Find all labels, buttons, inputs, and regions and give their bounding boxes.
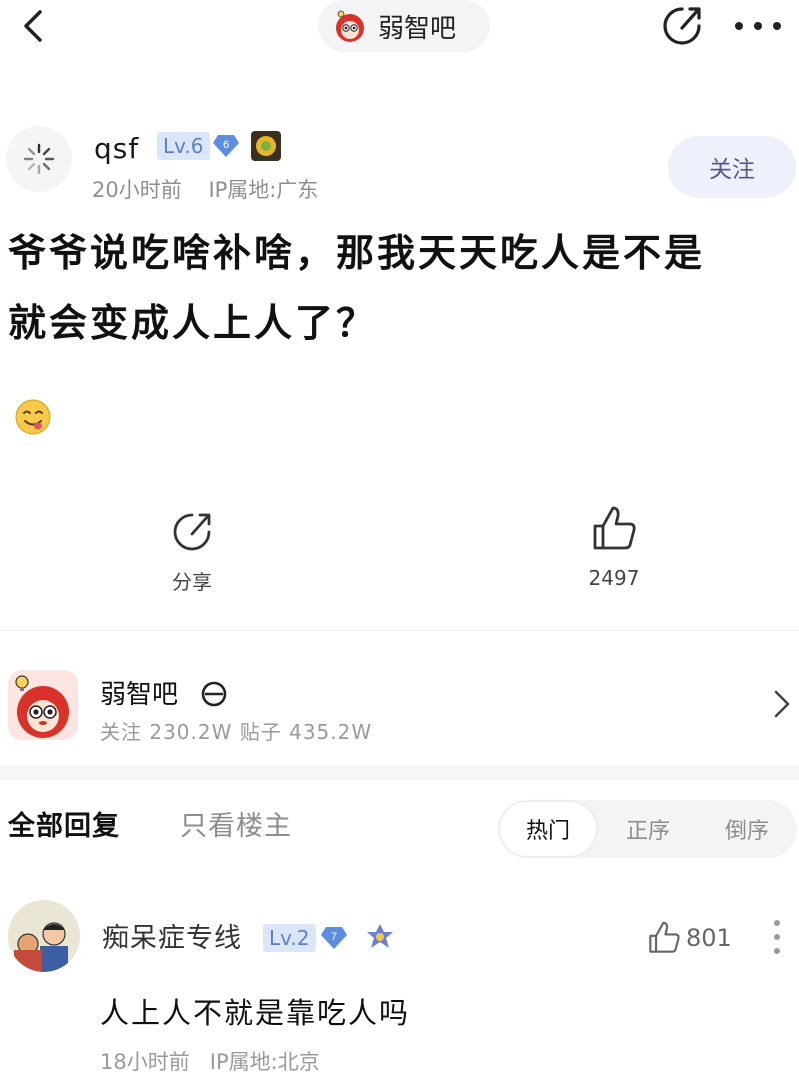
forum-category-icon	[201, 681, 227, 707]
reply-more-icon[interactable]	[772, 920, 782, 954]
share-action[interactable]: 分享	[160, 510, 224, 595]
reply-like-button[interactable]: 801	[646, 918, 732, 958]
reply-ip: IP属地:北京	[209, 1050, 320, 1074]
level-gem-icon: 6	[213, 135, 239, 157]
reply-time: 18小时前	[100, 1050, 190, 1074]
reply-text: 人上人不就是靠吃人吗	[100, 996, 411, 1030]
thumbs-up-icon	[649, 921, 680, 953]
forum-logo	[8, 670, 78, 740]
forum-card[interactable]: 弱智吧 关注 230.2W 贴子 435.2W	[0, 648, 799, 758]
post-content-line-1: 爷爷说吃啥补啥，那我天天吃人是不是	[8, 231, 706, 275]
divider	[0, 630, 799, 631]
reply-avatar[interactable]	[8, 900, 80, 972]
level-badge: Lv.6	[157, 132, 210, 160]
sort-desc-button[interactable]: 倒序	[697, 800, 797, 858]
post-ip: IP属地:广东	[208, 178, 319, 202]
forum-mascot-icon	[336, 10, 364, 42]
share-icon[interactable]	[660, 4, 704, 48]
post-content: 爷爷说吃啥补啥，那我天天吃人是不是 就会变成人上人了？	[8, 218, 793, 358]
reply-level-badge: Lv.2	[263, 924, 316, 952]
forum-mascot-icon	[15, 675, 69, 738]
reply-meta: 18小时前 IP属地:北京	[100, 1046, 320, 1076]
share-label: 分享	[172, 570, 212, 594]
forum-pill-name: 弱智吧	[378, 13, 457, 44]
like-action[interactable]: 2497	[576, 504, 652, 590]
tab-all-replies[interactable]: 全部回复	[8, 804, 120, 843]
sort-toggle: 热门 正序 倒序	[498, 800, 797, 858]
yummy-emoji-icon	[15, 399, 51, 435]
forum-stats: 关注 230.2W 贴子 435.2W	[100, 720, 373, 744]
sort-hot-button[interactable]: 热门	[500, 802, 596, 856]
top-nav-bar: 弱智吧	[0, 0, 799, 60]
sort-asc-button[interactable]: 正序	[598, 800, 698, 858]
level-gem-icon: 7	[321, 927, 347, 949]
forum-name: 弱智吧	[100, 680, 179, 710]
reply-like-count: 801	[686, 924, 732, 952]
thumbs-up-icon	[593, 506, 636, 550]
follow-button[interactable]: 关注	[668, 136, 796, 198]
section-divider	[0, 766, 799, 780]
svg-text:6: 6	[223, 139, 229, 151]
loading-spinner-icon	[23, 143, 55, 175]
share-icon	[173, 513, 211, 551]
post-time: 20小时前	[92, 178, 182, 202]
author-name[interactable]: qsf	[94, 132, 139, 165]
svg-text:7: 7	[331, 931, 337, 943]
reply-avatar-image	[8, 900, 80, 972]
chevron-right-icon[interactable]	[772, 688, 792, 720]
like-count: 2497	[588, 566, 640, 590]
author-avatar[interactable]	[6, 126, 72, 192]
medal-icon	[251, 131, 281, 161]
tab-op-only[interactable]: 只看楼主	[180, 804, 292, 843]
reply-author-name[interactable]: 痴呆症专线	[102, 916, 242, 955]
post-meta: 20小时前 IP属地:广东	[92, 174, 318, 204]
more-options-icon[interactable]	[735, 8, 781, 44]
post-content-line-2: 就会变成人上人了？	[8, 301, 378, 345]
back-arrow-icon[interactable]	[14, 6, 54, 46]
forum-pill-button[interactable]: 弱智吧	[318, 0, 490, 52]
post-author-row: qsf Lv.6 6 20小时前 IP属地:广东 关注	[0, 120, 799, 202]
crown-badge-icon	[367, 924, 393, 948]
